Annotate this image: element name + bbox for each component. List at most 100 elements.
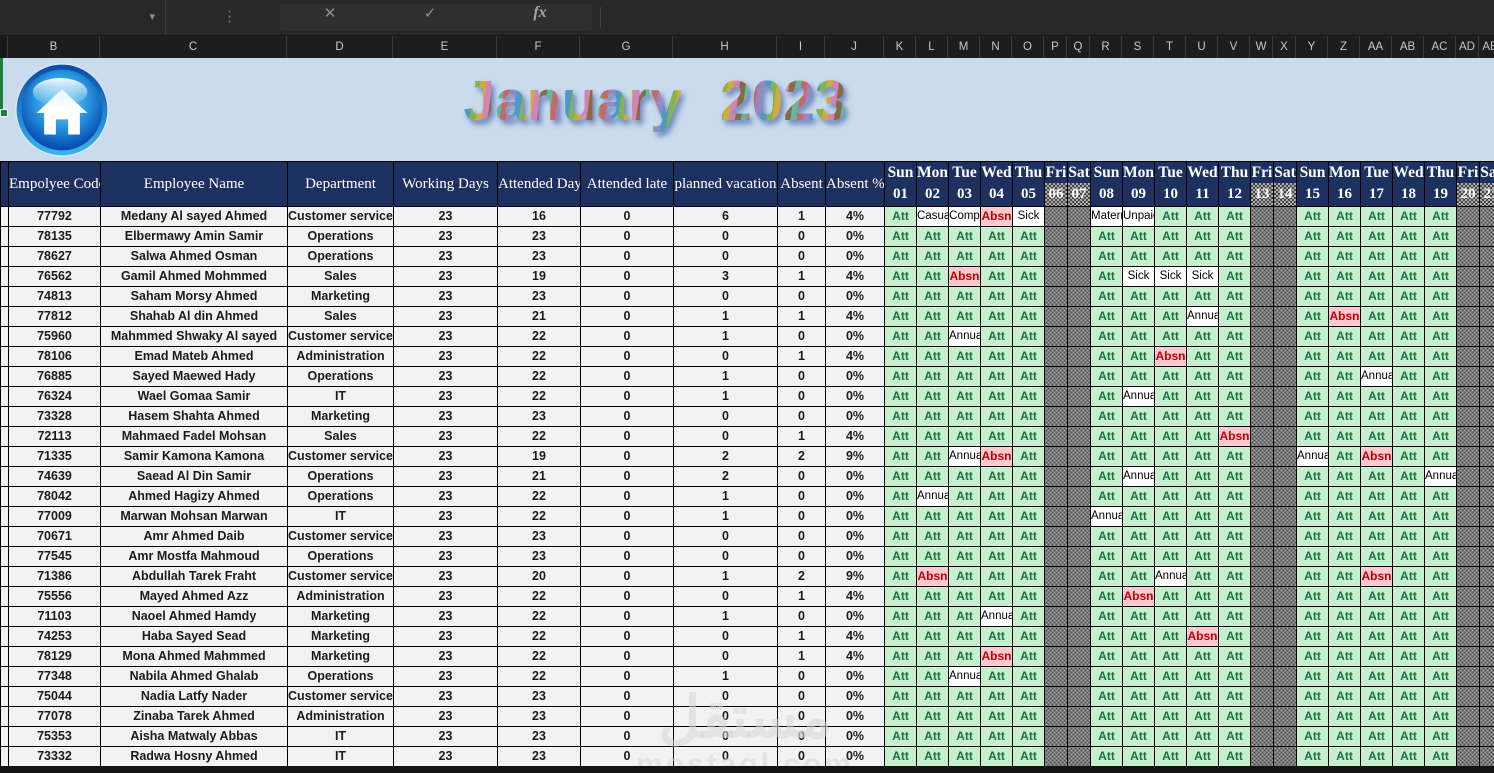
attendance-cell[interactable]: Att [884, 566, 917, 587]
attendance-cell[interactable]: Att [1218, 366, 1251, 387]
attendance-cell[interactable]: Att [1360, 546, 1393, 567]
attendance-cell[interactable]: Att [1186, 506, 1219, 527]
cell-planned-vacation[interactable]: 1 [673, 506, 778, 527]
attendance-cell[interactable]: Att [1392, 246, 1425, 267]
attendance-cell[interactable] [1273, 386, 1297, 407]
attendance-cell[interactable]: Att [1122, 726, 1155, 747]
attendance-cell[interactable] [1250, 366, 1274, 387]
cell-attended-days[interactable]: 22 [497, 626, 581, 647]
attendance-cell[interactable] [1044, 406, 1068, 427]
cell-absent-pct[interactable]: 4% [825, 266, 885, 287]
cell-employee-code[interactable]: 76324 [8, 386, 101, 407]
attendance-cell[interactable]: Att [1090, 306, 1123, 327]
attendance-cell[interactable]: Absn [916, 566, 949, 587]
attendance-cell[interactable]: Att [1424, 246, 1457, 267]
attendance-cell[interactable] [1479, 426, 1494, 447]
attendance-cell[interactable]: Att [884, 346, 917, 367]
column-header[interactable]: Absent [777, 161, 826, 207]
attendance-cell[interactable]: Att [884, 666, 917, 687]
attendance-cell[interactable]: Att [1392, 506, 1425, 527]
cell-absent-pct[interactable]: 0% [825, 606, 885, 627]
cell-employee-name[interactable]: Radwa Hosny Ahmed [100, 746, 288, 767]
day-header[interactable]: Wed 04 [980, 161, 1013, 207]
attendance-cell[interactable]: Att [1296, 266, 1329, 287]
attendance-cell[interactable]: Att [1090, 546, 1123, 567]
attendance-cell[interactable]: Att [1392, 726, 1425, 747]
cell-col-a[interactable] [0, 346, 9, 367]
column-letter-z[interactable]: Z [1328, 36, 1360, 58]
attendance-cell[interactable] [1067, 226, 1091, 247]
cell-attended-late[interactable]: 0 [580, 686, 674, 707]
cell-employee-code[interactable]: 71386 [8, 566, 101, 587]
attendance-cell[interactable] [1479, 546, 1494, 567]
cell-department[interactable]: Marketing [287, 286, 394, 307]
cell-employee-code[interactable]: 78135 [8, 226, 101, 247]
attendance-cell[interactable]: Att [1012, 626, 1045, 647]
attendance-cell[interactable]: Att [1122, 346, 1155, 367]
cell-working-days[interactable]: 23 [393, 646, 498, 667]
attendance-cell[interactable]: Att [1360, 386, 1393, 407]
attendance-cell[interactable]: Att [1186, 246, 1219, 267]
attendance-cell[interactable]: Att [1424, 406, 1457, 427]
attendance-cell[interactable]: Att [1186, 686, 1219, 707]
attendance-cell[interactable] [1273, 466, 1297, 487]
cell-working-days[interactable]: 23 [393, 626, 498, 647]
attendance-cell[interactable] [1250, 246, 1274, 267]
attendance-cell[interactable]: Att [1328, 446, 1361, 467]
cell-col-a[interactable] [0, 246, 9, 267]
attendance-cell[interactable]: Att [1392, 606, 1425, 627]
attendance-cell[interactable]: Att [948, 406, 981, 427]
cell-attended-late[interactable]: 0 [580, 506, 674, 527]
cell-planned-vacation[interactable]: 0 [673, 286, 778, 307]
attendance-cell[interactable]: Att [1122, 746, 1155, 767]
attendance-cell[interactable]: Att [1424, 666, 1457, 687]
attendance-cell[interactable]: Att [948, 346, 981, 367]
attendance-cell[interactable]: Att [1218, 306, 1251, 327]
attendance-cell[interactable]: Att [1122, 406, 1155, 427]
attendance-cell[interactable] [1250, 606, 1274, 627]
column-letter-i[interactable]: I [777, 36, 825, 58]
cell-working-days[interactable]: 23 [393, 526, 498, 547]
attendance-cell[interactable]: Att [1012, 686, 1045, 707]
cell-planned-vacation[interactable]: 0 [673, 406, 778, 427]
attendance-cell[interactable] [1067, 566, 1091, 587]
cell-planned-vacation[interactable]: 0 [673, 686, 778, 707]
attendance-cell[interactable]: Att [980, 726, 1013, 747]
cell-employee-code[interactable]: 74639 [8, 466, 101, 487]
attendance-cell[interactable]: Att [1012, 286, 1045, 307]
attendance-cell[interactable]: Att [1296, 606, 1329, 627]
attendance-cell[interactable]: Att [1154, 546, 1187, 567]
attendance-cell[interactable]: Att [980, 286, 1013, 307]
cell-working-days[interactable]: 23 [393, 426, 498, 447]
cell-employee-code[interactable]: 77545 [8, 546, 101, 567]
attendance-cell[interactable]: Sick [1122, 266, 1155, 287]
cell-attended-late[interactable]: 0 [580, 626, 674, 647]
attendance-cell[interactable]: Att [1360, 626, 1393, 647]
attendance-cell[interactable]: Att [1186, 606, 1219, 627]
attendance-cell[interactable]: Att [1392, 586, 1425, 607]
cell-employee-code[interactable]: 78129 [8, 646, 101, 667]
attendance-cell[interactable]: Att [1154, 706, 1187, 727]
attendance-cell[interactable]: Att [1122, 366, 1155, 387]
cell-attended-days[interactable]: 19 [497, 446, 581, 467]
attendance-cell[interactable]: Att [1090, 386, 1123, 407]
dropdown-icon[interactable]: ▾ [149, 10, 155, 23]
cell-planned-vacation[interactable]: 0 [673, 246, 778, 267]
attendance-cell[interactable]: Unpaid [1122, 206, 1155, 227]
attendance-cell[interactable]: Absn [1328, 306, 1361, 327]
attendance-cell[interactable] [1044, 386, 1068, 407]
attendance-cell[interactable]: Att [1090, 746, 1123, 767]
attendance-cell[interactable] [1479, 486, 1494, 507]
attendance-cell[interactable]: Att [1218, 446, 1251, 467]
attendance-cell[interactable]: Att [1122, 526, 1155, 547]
day-header[interactable]: Thu 12 [1218, 161, 1251, 207]
attendance-cell[interactable]: Att [1122, 666, 1155, 687]
attendance-cell[interactable] [1273, 506, 1297, 527]
attendance-cell[interactable]: Att [1360, 726, 1393, 747]
cell-working-days[interactable]: 23 [393, 466, 498, 487]
attendance-cell[interactable]: Att [1154, 646, 1187, 667]
attendance-cell[interactable] [1044, 726, 1068, 747]
attendance-cell[interactable]: Att [884, 646, 917, 667]
attendance-cell[interactable]: Att [1296, 346, 1329, 367]
day-header[interactable]: Mon 02 [916, 161, 949, 207]
